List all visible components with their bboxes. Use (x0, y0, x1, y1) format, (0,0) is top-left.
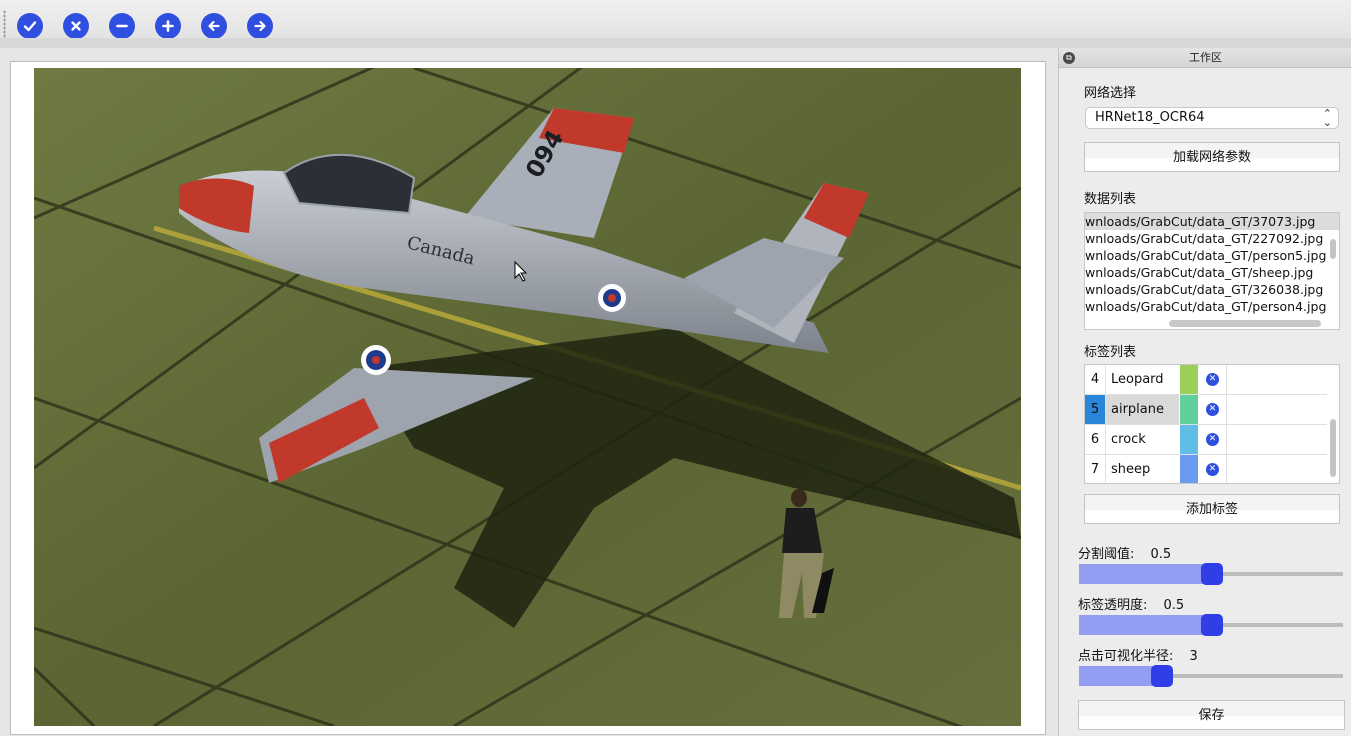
airplane-photo: Canada 094 (34, 68, 1021, 726)
opacity-slider-handle[interactable] (1201, 614, 1223, 636)
list-item[interactable]: wnloads/GrabCut/data_GT/37073.jpg (1085, 213, 1339, 230)
list-item[interactable]: wnloads/GrabCut/data_GT/227092.jpg (1085, 230, 1339, 247)
radius-value: 3 (1189, 649, 1198, 664)
label-color-swatch[interactable] (1180, 365, 1198, 394)
arrow-left-icon (208, 20, 220, 32)
data-list-horizontal-scrollbar[interactable] (1169, 320, 1321, 327)
table-row[interactable]: 4 Leopard ✕ (1085, 365, 1327, 395)
opacity-label: 标签透明度: 0.5 (1078, 594, 1184, 613)
delete-label-icon[interactable]: ✕ (1206, 463, 1219, 476)
add-label-button[interactable]: 添加标签 (1084, 494, 1340, 524)
add-button[interactable] (155, 13, 181, 39)
data-list-vertical-scrollbar[interactable] (1330, 239, 1336, 259)
threshold-label: 分割阈值: 0.5 (1078, 543, 1171, 562)
column-divider (1226, 365, 1227, 394)
data-list[interactable]: wnloads/GrabCut/data_GT/37073.jpg wnload… (1084, 212, 1340, 330)
label-table-scrollbar[interactable] (1330, 419, 1336, 477)
radius-slider-handle[interactable] (1151, 665, 1173, 687)
list-item[interactable]: wnloads/GrabCut/data_GT/person4.jpg (1085, 298, 1339, 315)
save-button[interactable]: 保存 (1078, 700, 1345, 730)
label-name[interactable]: Leopard (1105, 365, 1179, 394)
canvas-frame: Canada 094 (10, 61, 1046, 735)
workspace-panel: ⧉ 工作区 网络选择 HRNet18_OCR64 ⌃ ⌄ 加载网络参数 数据列表 … (1058, 48, 1351, 736)
list-item[interactable]: wnloads/GrabCut/data_GT/person5.jpg (1085, 247, 1339, 264)
label-table: 4 Leopard ✕ 5 airplane ✕ 6 crock ✕ 7 she… (1084, 364, 1340, 484)
data-list-label: 数据列表 (1084, 192, 1137, 207)
radius-slider-fill (1079, 666, 1161, 686)
delete-label-icon[interactable]: ✕ (1206, 403, 1219, 416)
table-row[interactable]: 7 sheep ✕ (1085, 455, 1327, 483)
radius-label: 点击可视化半径: 3 (1078, 645, 1198, 664)
confirm-button[interactable] (17, 13, 43, 39)
close-icon (71, 21, 81, 31)
toolbar-strip (0, 38, 1351, 48)
next-button[interactable] (247, 13, 273, 39)
label-color-swatch[interactable] (1180, 425, 1198, 454)
label-index: 6 (1090, 432, 1100, 447)
list-item[interactable]: wnloads/GrabCut/data_GT/sheep.jpg (1085, 264, 1339, 281)
label-color-swatch[interactable] (1180, 395, 1198, 424)
threshold-label-text: 分割阈值: (1078, 547, 1135, 562)
clear-button[interactable] (63, 13, 89, 39)
plus-icon (162, 20, 174, 32)
column-divider (1226, 455, 1227, 483)
network-select-value: HRNet18_OCR64 (1095, 110, 1205, 125)
remove-button[interactable] (109, 13, 135, 39)
previous-button[interactable] (201, 13, 227, 39)
annotation-canvas[interactable]: Canada 094 (34, 68, 1021, 726)
threshold-slider-fill (1079, 564, 1211, 584)
load-params-button[interactable]: 加载网络参数 (1084, 142, 1340, 172)
float-icon[interactable]: ⧉ (1063, 52, 1075, 64)
list-item[interactable]: wnloads/GrabCut/data_GT/326038.jpg (1085, 281, 1339, 298)
label-list-label: 标签列表 (1084, 345, 1137, 360)
chevron-updown-icon: ⌃ ⌄ (1322, 107, 1332, 129)
panel-title: 工作区 (1189, 51, 1222, 64)
label-index: 4 (1090, 372, 1100, 387)
delete-label-icon[interactable]: ✕ (1206, 433, 1219, 446)
panel-title-bar: ⧉ 工作区 (1059, 48, 1351, 68)
table-row[interactable]: 5 airplane ✕ (1085, 395, 1327, 425)
arrow-right-icon (254, 20, 266, 32)
threshold-slider-handle[interactable] (1201, 563, 1223, 585)
network-label: 网络选择 (1084, 86, 1137, 101)
opacity-label-text: 标签透明度: (1078, 598, 1148, 613)
toolbar-grip[interactable] (3, 10, 6, 38)
opacity-value: 0.5 (1163, 598, 1185, 613)
check-icon (23, 21, 37, 32)
toolbar (0, 0, 1351, 48)
column-divider (1226, 395, 1227, 424)
minus-icon (116, 24, 128, 28)
threshold-value: 0.5 (1150, 547, 1172, 562)
column-divider (1226, 425, 1227, 454)
label-name[interactable]: crock (1105, 425, 1179, 454)
radius-label-text: 点击可视化半径: (1078, 649, 1174, 664)
label-name[interactable]: sheep (1105, 455, 1179, 483)
delete-label-icon[interactable]: ✕ (1206, 373, 1219, 386)
label-index: 5 (1085, 395, 1105, 424)
label-name[interactable]: airplane (1105, 395, 1179, 424)
opacity-slider-fill (1079, 615, 1211, 635)
label-index: 7 (1090, 462, 1100, 477)
network-select[interactable]: HRNet18_OCR64 ⌃ ⌄ (1085, 107, 1339, 129)
label-color-swatch[interactable] (1180, 455, 1198, 483)
table-row[interactable]: 6 crock ✕ (1085, 425, 1327, 455)
